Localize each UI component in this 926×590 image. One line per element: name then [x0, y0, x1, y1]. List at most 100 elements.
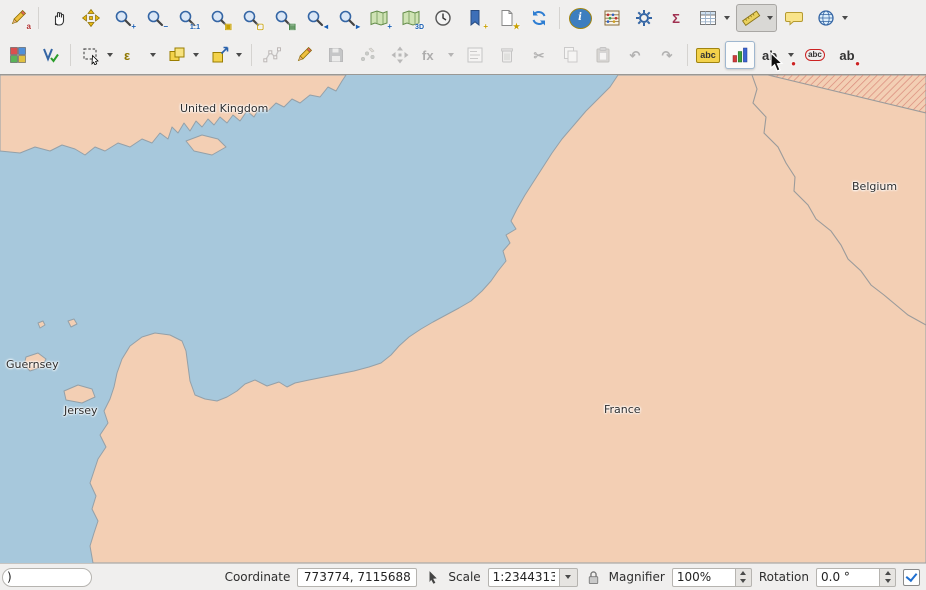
spin-up-button[interactable]: [736, 569, 751, 578]
pan-map-button[interactable]: [44, 4, 74, 32]
zoom-next-icon: [337, 8, 357, 28]
magnifier-spinbox[interactable]: [672, 568, 752, 587]
save-edits-button[interactable]: [321, 41, 351, 69]
move-feature-button[interactable]: [385, 41, 415, 69]
toolbar-icon-glyph: ↶: [630, 49, 641, 62]
spin-up-button[interactable]: [880, 569, 895, 578]
icon-badge: ◂: [324, 23, 328, 31]
icon-badge: ●: [791, 60, 796, 68]
map-tips-button[interactable]: [779, 4, 809, 32]
zoom-out-icon: [145, 8, 165, 28]
rotation-spinbox[interactable]: [816, 568, 896, 587]
layer-diagram-options-button[interactable]: [725, 41, 755, 69]
toggle-editing-button[interactable]: [289, 41, 319, 69]
toolbar-icon-glyph: i: [569, 8, 592, 29]
vertex-tool-button[interactable]: [257, 41, 287, 69]
scale-input[interactable]: [488, 568, 560, 587]
new-map-view-button[interactable]: +: [364, 4, 394, 32]
chevron-down-icon: [565, 575, 571, 579]
toolbar-separator: [35, 4, 42, 32]
icon-badge: 3D: [415, 24, 424, 31]
field-calculator-button[interactable]: fx: [417, 41, 458, 69]
coordinate-input[interactable]: [297, 568, 417, 587]
move-label-button[interactable]: ab ●: [832, 41, 862, 69]
copy-features-button[interactable]: [556, 41, 586, 69]
toolbar-separator: [67, 41, 74, 69]
dropdown-caret-icon[interactable]: [842, 16, 848, 20]
toolbar-icon-glyph: ε: [124, 49, 130, 62]
spin-down-button[interactable]: [880, 577, 895, 586]
map-canvas[interactable]: United Kingdom Belgium Guernsey Jersey F…: [0, 74, 926, 563]
zoom-last-button[interactable]: ◂: [300, 4, 330, 32]
toolbar-icon-glyph: abc: [696, 48, 720, 63]
attribute-table-button[interactable]: [693, 4, 734, 32]
map-render: [0, 75, 926, 563]
check-geometries-icon: [40, 45, 60, 65]
zoom-to-selection-button[interactable]: ▢: [236, 4, 266, 32]
dropdown-caret-icon[interactable]: [788, 53, 794, 57]
add-feature-button[interactable]: [353, 41, 383, 69]
select-features-button[interactable]: [76, 41, 117, 69]
zoom-in-button[interactable]: +: [108, 4, 138, 32]
cut-features-button[interactable]: ✂: [524, 41, 554, 69]
dropdown-caret-icon[interactable]: [107, 53, 113, 57]
zoom-last-icon: [305, 8, 325, 28]
web-menu-button[interactable]: [811, 4, 852, 32]
magnifier-input[interactable]: [672, 568, 736, 587]
select-by-expression-button[interactable]: ε: [119, 41, 160, 69]
edit-labels-button[interactable]: a: [3, 4, 33, 32]
undo-button[interactable]: ↶: [620, 41, 650, 69]
pin-labels-button[interactable]: ab ●: [757, 41, 798, 69]
scale-combo[interactable]: [488, 568, 578, 587]
new-3d-map-view-button[interactable]: 3D: [396, 4, 426, 32]
refresh-button[interactable]: [524, 4, 554, 32]
icon-badge: +: [483, 23, 488, 31]
deselect-features-button[interactable]: [162, 41, 203, 69]
check-geometries-button[interactable]: [35, 41, 65, 69]
copy-features-icon: [561, 45, 581, 65]
dropdown-caret-icon[interactable]: [193, 53, 199, 57]
show-bookmarks-button[interactable]: ★: [492, 4, 522, 32]
mouse-position-toggle-icon[interactable]: [424, 569, 441, 586]
scale-dropdown-button[interactable]: [560, 568, 578, 587]
pan-to-selection-icon: [81, 8, 101, 28]
pan-to-selection-button[interactable]: [76, 4, 106, 32]
lock-scale-icon[interactable]: [585, 569, 602, 586]
zoom-next-button[interactable]: ▸: [332, 4, 362, 32]
render-checkbox[interactable]: [903, 569, 920, 586]
dropdown-caret-icon[interactable]: [724, 16, 730, 20]
dropdown-caret-icon[interactable]: [150, 53, 156, 57]
paste-features-button[interactable]: [588, 41, 618, 69]
measure-button[interactable]: [736, 4, 777, 32]
spin-down-button[interactable]: [736, 577, 751, 586]
identify-features-button[interactable]: i: [565, 4, 595, 32]
select-by-value-button[interactable]: [205, 41, 246, 69]
processing-toolbox-button[interactable]: [629, 4, 659, 32]
rotation-input[interactable]: [816, 568, 880, 587]
toolbar-icon-glyph: ab: [839, 49, 854, 62]
dropdown-caret-icon[interactable]: [448, 53, 454, 57]
locator-input[interactable]: [2, 568, 92, 587]
open-data-source-button[interactable]: [3, 41, 33, 69]
sum-features-button[interactable]: Σ: [661, 4, 691, 32]
zoom-to-layer-button[interactable]: ▤: [268, 4, 298, 32]
zoom-full-button[interactable]: ▣: [204, 4, 234, 32]
temporal-controller-button[interactable]: [428, 4, 458, 32]
add-feature-icon: [358, 45, 378, 65]
new-bookmark-button[interactable]: +: [460, 4, 490, 32]
dropdown-caret-icon[interactable]: [767, 16, 773, 20]
dropdown-caret-icon[interactable]: [236, 53, 242, 57]
toolbar-icon-glyph: abc: [805, 49, 825, 61]
zoom-out-button[interactable]: −: [140, 4, 170, 32]
magnifier-label: Magnifier: [609, 570, 665, 584]
zoom-native-button[interactable]: 1:1: [172, 4, 202, 32]
redo-button[interactable]: ↷: [652, 41, 682, 69]
icon-badge: 1:1: [190, 24, 200, 31]
layer-labeling-options-button[interactable]: abc: [693, 41, 723, 69]
statistical-summary-button[interactable]: [597, 4, 627, 32]
highlight-pinned-labels-button[interactable]: abc: [800, 41, 830, 69]
web-menu-icon: [816, 8, 836, 28]
modify-attributes-button[interactable]: [460, 41, 490, 69]
icon-badge: ▣: [224, 23, 232, 31]
delete-selected-button[interactable]: [492, 41, 522, 69]
